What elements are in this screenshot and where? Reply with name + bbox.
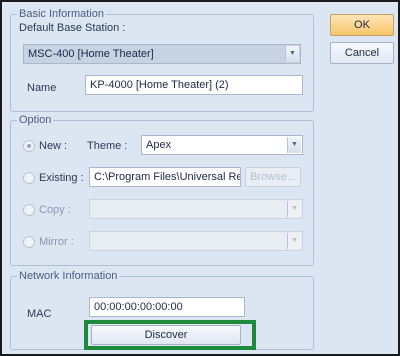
mirror-label: Mirror : xyxy=(39,236,74,248)
cancel-button[interactable]: Cancel xyxy=(330,42,394,64)
existing-label: Existing : xyxy=(39,172,84,184)
new-keypad-dialog: Basic Information Default Base Station :… xyxy=(4,4,398,354)
theme-value: Apex xyxy=(146,139,172,151)
ok-button[interactable]: OK xyxy=(330,14,394,36)
chevron-down-icon[interactable]: ▼ xyxy=(287,201,301,217)
new-label: New : xyxy=(39,140,68,152)
name-label: Name xyxy=(27,82,57,94)
mac-label: MAC xyxy=(27,308,52,320)
theme-label: Theme : xyxy=(87,140,128,152)
existing-radio[interactable] xyxy=(23,172,35,184)
mirror-select[interactable]: ▼ xyxy=(89,231,303,251)
basic-information-legend: Basic Information xyxy=(17,7,106,21)
name-input[interactable]: KP-4000 [Home Theater] (2) xyxy=(85,75,303,95)
basic-information-group: Basic Information Default Base Station :… xyxy=(10,7,314,112)
new-radio[interactable] xyxy=(23,140,35,152)
option-group: Option New : Theme : Apex ▼ Existing : C… xyxy=(10,113,314,266)
option-legend: Option xyxy=(17,113,54,127)
copy-radio[interactable] xyxy=(23,204,35,216)
mac-input[interactable]: 00:00:00:00:00:00 xyxy=(89,297,245,317)
chevron-down-icon[interactable]: ▼ xyxy=(287,137,301,153)
mirror-radio[interactable] xyxy=(23,236,35,248)
chevron-down-icon[interactable]: ▼ xyxy=(285,46,299,62)
default-base-station-value: MSC-400 [Home Theater] xyxy=(28,48,154,60)
default-base-station-label: Default Base Station : xyxy=(19,22,126,34)
theme-select[interactable]: Apex ▼ xyxy=(141,135,303,155)
network-information-legend: Network Information xyxy=(17,269,120,283)
default-base-station-select[interactable]: MSC-400 [Home Theater] ▼ xyxy=(23,44,301,64)
browse-button[interactable]: Browse... xyxy=(245,167,301,187)
copy-label: Copy : xyxy=(39,204,71,216)
discover-highlight-box xyxy=(84,320,256,350)
existing-path-input[interactable]: C:\Program Files\Universal Re xyxy=(89,167,241,187)
chevron-down-icon[interactable]: ▼ xyxy=(287,233,301,249)
dialog-frame: Basic Information Default Base Station :… xyxy=(0,0,400,356)
copy-select[interactable]: ▼ xyxy=(89,199,303,219)
